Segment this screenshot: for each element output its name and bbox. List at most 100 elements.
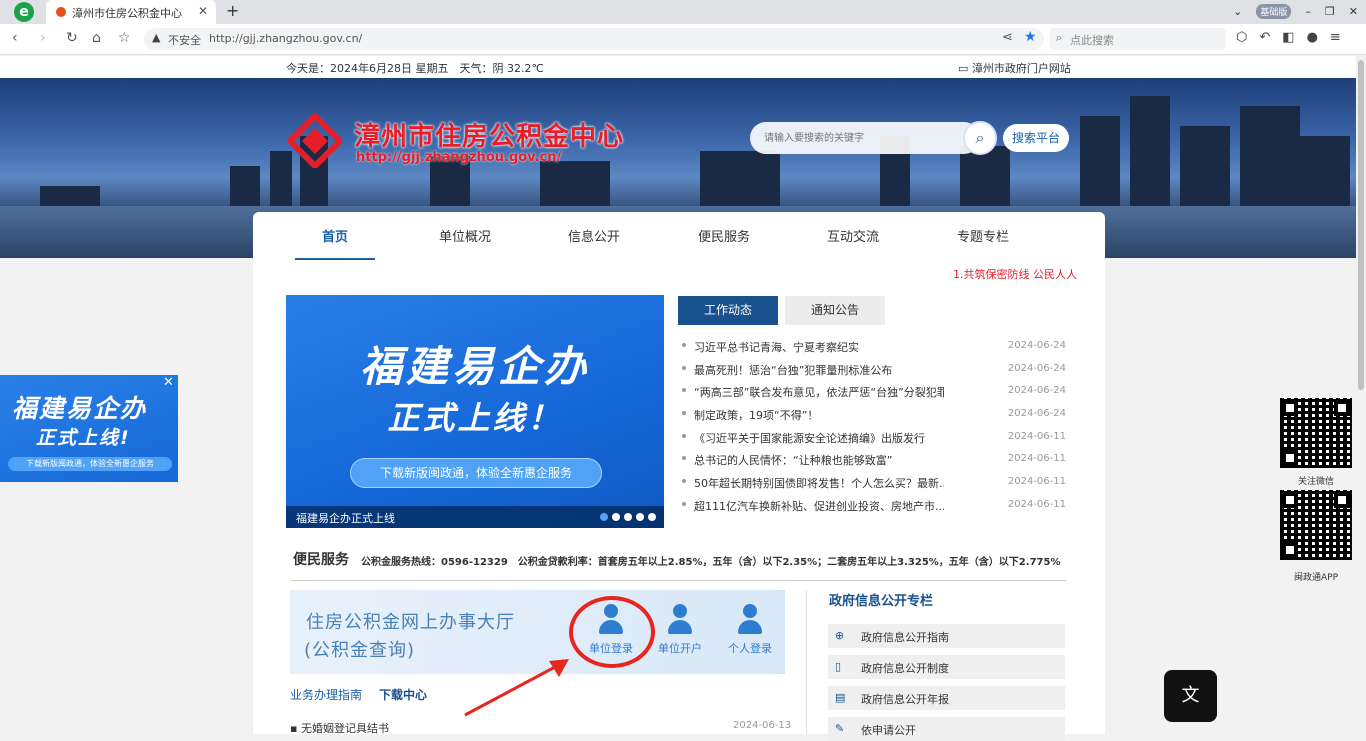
gov-portal-link[interactable]: ▭ 漳州市政府门户网站 [958,60,1071,76]
slide-download-button[interactable]: 下载新版闽政通，体验全新惠企服务 [350,458,602,488]
close-icon[interactable]: ✕ [163,375,174,390]
nav-interaction[interactable]: 互动交流 [827,226,879,245]
unit-open-account-icon [664,604,696,636]
new-tab-icon[interactable]: + [226,1,239,20]
unit-open-account-button[interactable]: 单位开户 [650,604,710,656]
bookmark-icon[interactable]: ☆ [118,30,131,46]
news-item[interactable]: 50年超长期特别国债即将发售！个人怎么买？最新... 2024-06-11 [678,472,1070,495]
personal-login-icon [734,604,766,636]
news-title: 制定政策，19项“不得”！ [694,409,819,423]
news-date: 2024-06-11 [1007,430,1066,442]
scrollbar-thumb[interactable] [1358,60,1364,390]
page-scrollbar[interactable] [1356,56,1366,734]
profile-icon[interactable]: ● [1307,30,1318,45]
search-platform-button[interactable]: 搜索平台 [1003,124,1069,152]
slide-caption[interactable]: 福建易企办正式上线 [296,510,395,526]
news-item[interactable]: 习近平总书记青海、宁夏考察纪实 2024-06-24 [678,336,1070,359]
floating-ad[interactable]: 福建易企办 正式上线! 下载新版闽政通，体验全新惠企服务 ✕ [0,375,178,482]
undo-icon[interactable]: ↶ [1259,30,1270,45]
sidebar-icon[interactable]: ◧ [1282,30,1294,45]
back-icon[interactable]: ‹ [12,30,18,46]
news-date: 2024-06-11 [1007,453,1066,465]
ad-download-text: 下载新版闽政通，体验全新惠企服务 [8,457,172,471]
news-title: 总书记的人民情怀：“让种粮也能够致富” [694,454,893,468]
news-item[interactable]: 超111亿汽车换新补贴、促进创业投资、房地产市... 2024-06-11 [678,495,1070,518]
news-item[interactable]: 总书记的人民情怀：“让种粮也能够致富” 2024-06-11 [678,449,1070,472]
share-icon[interactable]: ⋖ [1002,30,1013,45]
image-slider[interactable]: 福建易企办 正式上线！ 下载新版闽政通，体验全新惠企服务 福建易企办正式上线 [286,295,664,528]
news-title: 《习近平关于国家能源安全论述摘编》出版发行 [694,431,925,445]
personal-login-button[interactable]: 个人登录 [720,604,780,656]
ad-subtitle: 正式上线! [36,427,131,449]
reload-icon[interactable]: ↻ [66,30,78,46]
url-text[interactable]: http://gjj.zhangzhou.gov.cn/ [209,32,362,45]
browser-search-box[interactable]: ⌕ 点此搜索 [1050,28,1226,50]
translate-assistant-button[interactable]: 文 [1164,670,1217,722]
slide-subtitle: 正式上线！ [387,399,563,437]
news-item[interactable]: 最高死刑！惩治“台独”犯罪量刑标准公布 2024-06-24 [678,359,1070,382]
site-logo-icon[interactable] [288,114,342,168]
guide-icon: ⊕ [835,629,845,642]
news-date: 2024-06-24 [1007,385,1066,397]
slide-dot[interactable] [624,513,632,521]
slide-dot[interactable] [600,513,608,521]
tab-list-chevron-icon[interactable]: ⌄ [1233,5,1242,18]
news-tabs: 工作动态 通知公告 [678,296,1070,326]
version-badge[interactable]: 基础版 [1256,4,1292,19]
hall-title[interactable]: 住房公积金网上办事大厅 [306,608,515,634]
news-title: 超111亿汽车换新补贴、促进创业投资、房地产市... [694,499,944,513]
news-item[interactable]: “两高三部”联合发布意见，依法严惩“台独”分裂犯罪 2024-06-24 [678,381,1070,404]
tab-close-icon[interactable]: ✕ [198,4,208,18]
date-weather-text: 今天是：2024年6月28日 星期五 天气：阴 32.2℃ [286,62,544,75]
gov-info-annual-report[interactable]: ▤ 政府信息公开年报 [828,686,1065,710]
site-search-input[interactable] [750,122,980,154]
gov-info-on-request[interactable]: ✎ 依申请公开 [828,717,1065,741]
slide-title: 福建易企办 [359,342,590,391]
slide-dot[interactable] [636,513,644,521]
tab-download-center[interactable]: 下载中心 [379,686,427,703]
slide-dot[interactable] [648,513,656,521]
security-label: 不安全 [168,34,201,47]
nav-home[interactable]: 首页 [322,226,348,245]
bullet-icon [682,343,686,347]
nav-special-topics[interactable]: 专题专栏 [957,226,1009,245]
annotation-circle [569,596,655,668]
news-date: 2024-06-24 [1007,362,1066,374]
browser-tab[interactable]: 漳州市住房公积金中心 ✕ [46,0,216,24]
hall-subtitle[interactable]: (公积金查询) [304,636,415,662]
address-bar[interactable]: ▲ 不安全 http://gjj.zhangzhou.gov.cn/ ⋖ ★ [144,28,1044,50]
news-title: 习近平总书记青海、宁夏考察纪实 [694,341,859,354]
menu-icon[interactable]: ≡ [1330,30,1341,45]
favorite-star-icon[interactable]: ★ [1024,29,1037,45]
tab-notices[interactable]: 通知公告 [785,296,885,325]
site-title[interactable]: 漳州市住房公积金中心 [354,116,624,153]
bullet-icon [682,365,686,370]
nav-convenience-service[interactable]: 便民服务 [698,226,750,245]
tab-work-news[interactable]: 工作动态 [678,296,778,325]
wechat-qr-code [1280,398,1352,468]
search-button[interactable]: ⌕ [963,121,997,155]
browser-toolbar: ‹ › ↻ ⌂ ☆ ▲ 不安全 http://gjj.zhangzhou.gov… [0,24,1366,55]
slide-dot[interactable] [612,513,620,521]
gov-info-system[interactable]: ▯ 政府信息公开制度 [828,655,1065,679]
gov-info-heading[interactable]: 政府信息公开专栏 [829,590,933,609]
browser-logo-icon[interactable]: e [14,2,34,22]
nav-unit-overview[interactable]: 单位概况 [439,226,491,245]
forward-icon[interactable]: › [40,30,46,46]
close-window-icon[interactable]: ✕ [1349,5,1358,18]
bullet-icon [682,388,686,393]
home-icon[interactable]: ⌂ [92,30,101,46]
tab-business-guide[interactable]: 业务办理指南 [290,686,362,703]
nav-info-public[interactable]: 信息公开 [568,226,620,245]
news-item[interactable]: 制定政策，19项“不得”！ 2024-06-24 [678,404,1070,427]
restore-icon[interactable]: ❐ [1325,5,1335,18]
gov-info-guide[interactable]: ⊕ 政府信息公开指南 [828,624,1065,648]
minimize-icon[interactable]: – [1305,5,1311,18]
news-item[interactable]: 《习近平关于国家能源安全论述摘编》出版发行 2024-06-11 [678,427,1070,450]
extensions-icon[interactable]: ⬡ [1236,30,1247,45]
vertical-divider [806,590,807,734]
personal-login-label: 个人登录 [728,642,772,655]
gov-info-on-request-label: 依申请公开 [861,724,916,737]
bullet-icon [682,501,686,506]
marquee-notice[interactable]: 1.共筑保密防线 公民人人 [953,266,1077,282]
